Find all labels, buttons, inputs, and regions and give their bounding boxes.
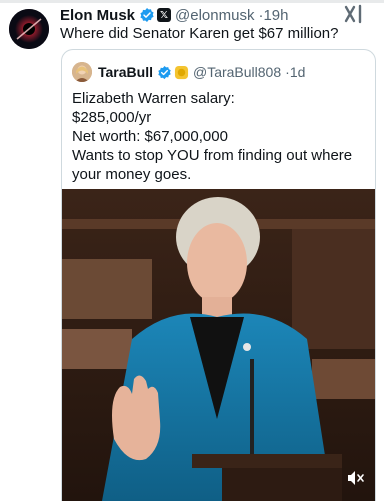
- author-avatar[interactable]: [9, 9, 49, 49]
- quoted-header: TaraBull @TaraBull808 · 1d: [98, 62, 305, 82]
- x-logo-icon: 𝕏: [157, 8, 172, 22]
- quoted-text: Elizabeth Warren salary: $285,000/yr Net…: [72, 89, 367, 184]
- post-time[interactable]: 19h: [263, 7, 288, 24]
- quoted-text-line: Elizabeth Warren salary:: [72, 90, 235, 107]
- quoted-text-line: Net worth: $67,000,000: [72, 128, 228, 145]
- tweet-header: Elon Musk 𝕏 @elonmusk · 19h: [60, 4, 374, 26]
- author-name[interactable]: Elon Musk: [60, 7, 135, 24]
- gold-badge-icon: [174, 65, 189, 80]
- quoted-post-time[interactable]: 1d: [290, 64, 306, 80]
- author-handle[interactable]: @elonmusk: [175, 7, 254, 24]
- quoted-author-avatar[interactable]: [72, 62, 92, 82]
- quoted-tweet[interactable]: TaraBull @TaraBull808 · 1d Elizabeth War…: [61, 49, 376, 501]
- quoted-text-line: your money goes.: [72, 166, 192, 183]
- quoted-text-line: Wants to stop YOU from finding out where: [72, 147, 353, 164]
- quoted-author-name[interactable]: TaraBull: [98, 64, 153, 80]
- tweet-text: Where did Senator Karen get $67 million?: [60, 25, 339, 42]
- quoted-text-line: $285,000/yr: [72, 109, 152, 126]
- video-frame: [62, 189, 375, 501]
- verified-badge-icon: [139, 7, 155, 23]
- top-divider: [0, 0, 384, 3]
- quoted-author-handle[interactable]: @TaraBull808: [193, 64, 281, 80]
- xai-logo-icon[interactable]: [344, 4, 366, 29]
- verified-badge-icon: [157, 65, 172, 80]
- video-player[interactable]: [62, 189, 375, 501]
- mute-icon[interactable]: [347, 470, 365, 491]
